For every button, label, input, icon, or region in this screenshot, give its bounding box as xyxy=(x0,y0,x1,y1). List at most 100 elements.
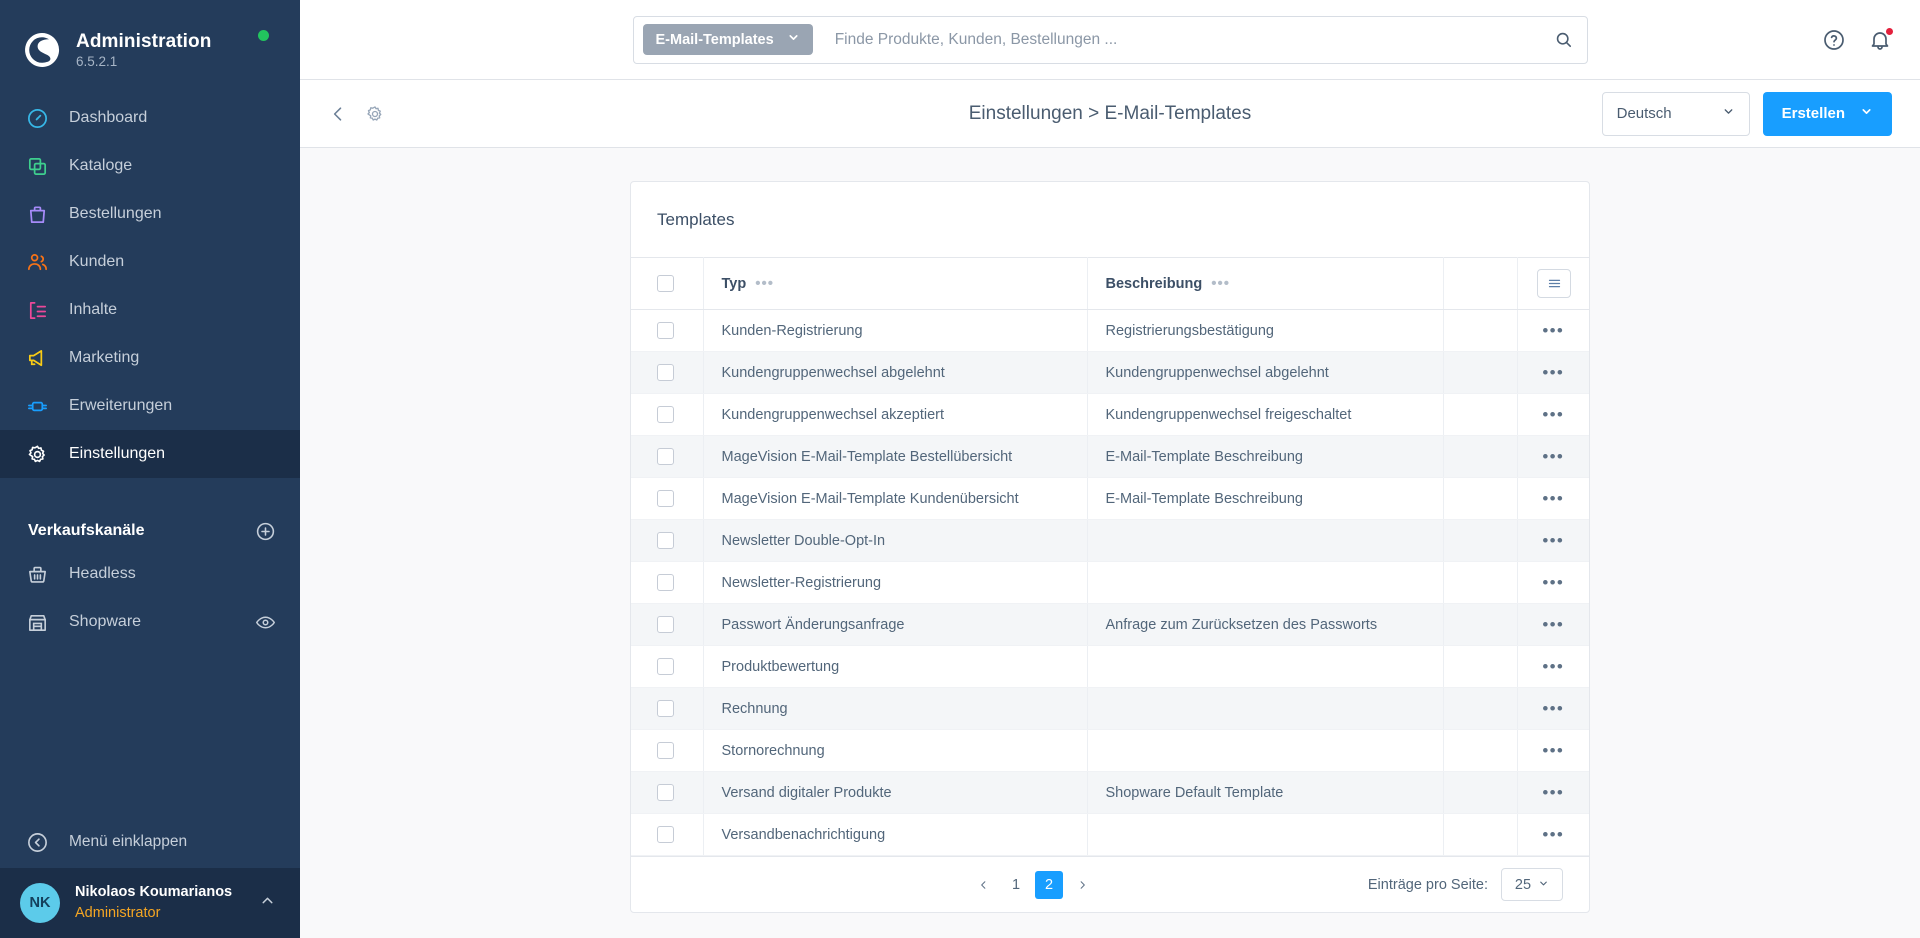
collapse-menu-label: Menü einklappen xyxy=(69,833,188,850)
create-button[interactable]: Erstellen xyxy=(1762,91,1892,136)
sidebar-item-kunden[interactable]: Kunden xyxy=(0,238,300,286)
row-checkbox[interactable] xyxy=(657,574,674,591)
row-select-cell xyxy=(631,813,704,856)
row-checkbox[interactable] xyxy=(657,448,674,465)
pagination-page-2[interactable]: 2 xyxy=(1035,870,1063,899)
sidebar-item-marketing[interactable]: Marketing xyxy=(0,334,300,382)
pagination-page-1[interactable]: 1 xyxy=(1002,871,1030,899)
bell-icon[interactable] xyxy=(1868,27,1894,52)
row-context-menu-icon[interactable]: ••• xyxy=(1542,657,1564,677)
list-settings-icon[interactable] xyxy=(1537,269,1571,298)
collapse-menu-button[interactable]: Menü einklappen xyxy=(0,816,300,868)
row-checkbox[interactable] xyxy=(657,364,674,381)
row-checkbox[interactable] xyxy=(657,322,674,339)
row-context-menu-icon[interactable]: ••• xyxy=(1542,699,1564,719)
pagination-bar: 1 2 Einträge pro Seite: 25 xyxy=(631,856,1589,912)
sales-channels-section: Verkaufskanäle xyxy=(0,512,300,550)
row-checkbox[interactable] xyxy=(657,784,674,801)
sidebar-channel-headless[interactable]: Headless xyxy=(0,550,300,598)
plus-circle-icon[interactable] xyxy=(255,521,276,542)
row-checkbox[interactable] xyxy=(657,658,674,675)
row-context-menu-icon[interactable]: ••• xyxy=(1542,531,1564,551)
table-row[interactable]: Produktbewertung ••• xyxy=(631,645,1589,688)
user-profile-bar[interactable]: NK Nikolaos Koumarianos Administrator xyxy=(0,868,300,938)
column-header-beschreibung[interactable]: Beschreibung ••• xyxy=(1087,257,1444,310)
cell-beschreibung xyxy=(1087,813,1444,856)
sidebar-item-label: Kataloge xyxy=(69,157,133,174)
row-context-menu-icon[interactable]: ••• xyxy=(1542,363,1564,383)
row-context-menu-icon[interactable]: ••• xyxy=(1542,783,1564,803)
row-checkbox[interactable] xyxy=(657,616,674,633)
chevron-left-icon[interactable] xyxy=(328,104,348,124)
row-context-menu-icon[interactable]: ••• xyxy=(1542,405,1564,425)
column-header-typ[interactable]: Typ ••• xyxy=(703,257,1088,310)
row-checkbox[interactable] xyxy=(657,406,674,423)
eye-icon[interactable] xyxy=(255,612,276,633)
cell-spacer xyxy=(1443,645,1518,688)
help-circle-icon[interactable] xyxy=(1822,28,1846,52)
pagination-next-button[interactable] xyxy=(1068,871,1096,899)
table-row[interactable]: MageVision E-Mail-Template Bestellübersi… xyxy=(631,435,1589,478)
sidebar-item-kataloge[interactable]: Kataloge xyxy=(0,142,300,190)
select-all-checkbox[interactable] xyxy=(657,275,674,292)
language-value: Deutsch xyxy=(1616,105,1672,122)
table-row[interactable]: Passwort Änderungsanfrage Anfrage zum Zur… xyxy=(631,603,1589,646)
table-row[interactable]: Versand digitaler Produkte Shopware Defau… xyxy=(631,771,1589,814)
row-select-cell xyxy=(631,771,704,814)
topbar-actions xyxy=(1822,0,1894,80)
row-context-menu-icon[interactable]: ••• xyxy=(1542,573,1564,593)
table-row[interactable]: Rechnung ••• xyxy=(631,687,1589,730)
sidebar-item-bestellungen[interactable]: Bestellungen xyxy=(0,190,300,238)
row-context-menu-icon[interactable]: ••• xyxy=(1542,489,1564,509)
collapse-left-icon xyxy=(24,829,50,855)
per-page-select[interactable]: 25 xyxy=(1501,868,1563,901)
row-checkbox[interactable] xyxy=(657,742,674,759)
sidebar-channel-shopware[interactable]: Shopware xyxy=(0,598,300,646)
row-context-menu-icon[interactable]: ••• xyxy=(1542,825,1564,845)
search-input[interactable] xyxy=(812,30,1554,49)
templates-table: Typ ••• Beschreibung ••• Kunden-Registri… xyxy=(631,257,1589,856)
cell-spacer xyxy=(1443,519,1518,562)
row-actions-cell: ••• xyxy=(1517,477,1589,520)
row-checkbox[interactable] xyxy=(657,490,674,507)
row-actions-cell: ••• xyxy=(1517,771,1589,814)
table-row[interactable]: Newsletter-Registrierung ••• xyxy=(631,561,1589,604)
search-scope-pill[interactable]: E-Mail-Templates xyxy=(642,24,813,55)
pagination-prev-button[interactable] xyxy=(969,871,997,899)
breadcrumb: Einstellungen > E-Mail-Templates xyxy=(968,102,1252,124)
gear-icon[interactable] xyxy=(365,104,385,124)
brand-header[interactable]: Administration 6.5.2.1 xyxy=(0,0,300,78)
row-checkbox[interactable] xyxy=(657,700,674,717)
row-select-cell xyxy=(631,435,704,478)
row-actions-cell: ••• xyxy=(1517,435,1589,478)
cell-spacer xyxy=(1443,477,1518,520)
column-menu-icon[interactable]: ••• xyxy=(1211,275,1230,292)
create-button-label: Erstellen xyxy=(1781,105,1845,122)
sidebar-item-dashboard[interactable]: Dashboard xyxy=(0,94,300,142)
cell-typ: Newsletter-Registrierung xyxy=(703,561,1088,604)
column-menu-icon[interactable]: ••• xyxy=(755,275,774,292)
row-context-menu-icon[interactable]: ••• xyxy=(1542,615,1564,635)
row-checkbox[interactable] xyxy=(657,532,674,549)
table-row[interactable]: Kunden-Registrierung Registrierungsbestät… xyxy=(631,309,1589,352)
row-checkbox[interactable] xyxy=(657,826,674,843)
column-label: Typ xyxy=(721,275,747,292)
sidebar-item-inhalte[interactable]: Inhalte xyxy=(0,286,300,334)
row-context-menu-icon[interactable]: ••• xyxy=(1542,321,1564,341)
language-select[interactable]: Deutsch xyxy=(1601,91,1750,136)
table-row[interactable]: Kundengruppenwechsel akzeptiert Kundengru… xyxy=(631,393,1589,436)
search-icon[interactable] xyxy=(1554,30,1573,49)
cell-spacer xyxy=(1443,771,1518,814)
sidebar-item-erweiterungen[interactable]: Erweiterungen xyxy=(0,382,300,430)
sidebar-item-einstellungen[interactable]: Einstellungen xyxy=(0,430,300,478)
table-row[interactable]: Versandbenachrichtigung ••• xyxy=(631,813,1589,856)
row-context-menu-icon[interactable]: ••• xyxy=(1542,447,1564,467)
row-context-menu-icon[interactable]: ••• xyxy=(1542,741,1564,761)
table-row[interactable]: Kundengruppenwechsel abgelehnt Kundengrup… xyxy=(631,351,1589,394)
chevron-up-icon[interactable] xyxy=(259,892,276,914)
table-row[interactable]: MageVision E-Mail-Template Kundenübersic… xyxy=(631,477,1589,520)
table-row[interactable]: Stornorechnung ••• xyxy=(631,729,1589,772)
row-select-cell xyxy=(631,729,704,772)
global-search[interactable]: E-Mail-Templates xyxy=(632,15,1588,64)
table-row[interactable]: Newsletter Double-Opt-In ••• xyxy=(631,519,1589,562)
